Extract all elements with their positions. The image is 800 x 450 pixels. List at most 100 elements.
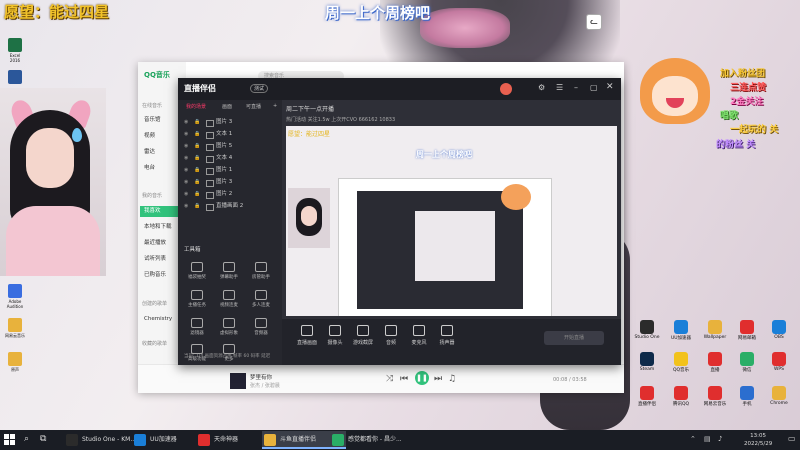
mail-icon <box>740 320 754 334</box>
desktop-icon-label: 原声 <box>11 367 19 372</box>
stream-preview[interactable]: 愿望：能过四星 周一上个周榜吧 <box>286 126 617 316</box>
desktop-icon-label: Adobe Audition <box>6 299 24 309</box>
desktop-icon-word[interactable] <box>4 70 26 85</box>
live-stats: 热门活动 关注1.5w 上次开CVO 666162 10833 <box>286 117 396 123</box>
source-item[interactable]: ◉ 🔒 图片 1 <box>182 165 278 176</box>
chrome-icon <box>772 386 786 400</box>
sweat-drop-icon <box>72 128 82 142</box>
pause-button[interactable]: ❚❚ <box>415 371 429 385</box>
volume-tray-icon[interactable]: ♪ <box>718 435 722 443</box>
sidebar-section-label: 创建的歌单 <box>142 301 168 307</box>
overlay-line: 的粉丝 关 <box>716 140 756 150</box>
source-item[interactable]: ◉ 🔒 文本 4 <box>182 153 278 164</box>
start-live-button[interactable]: 开始直播 <box>544 331 604 345</box>
notification-icon[interactable]: ▭ <box>788 434 796 443</box>
tab-my-scene[interactable]: 我的场景 <box>186 103 206 110</box>
desktop-icon-audition[interactable]: Adobe Audition <box>4 284 26 309</box>
desktop-icon-wps[interactable]: WPS <box>762 352 796 372</box>
game-capture-button[interactable]: 游戏截屏 <box>348 325 378 346</box>
avatar[interactable] <box>500 83 512 95</box>
tool-danmaku[interactable]: 弹幕助手 <box>214 262 244 280</box>
tray-arrow-icon[interactable]: ⌃ <box>690 435 696 443</box>
song-title: 梦里有你 <box>250 375 273 381</box>
speaker-button[interactable]: 扬声器 <box>432 325 462 346</box>
clock-date: 2022/5/29 <box>744 441 773 447</box>
volume-icon[interactable]: ♫ <box>448 374 456 384</box>
tool-video-link[interactable]: 视频连麦 <box>214 290 244 308</box>
clock-time: 13:05 <box>750 433 767 439</box>
add-icon[interactable]: + <box>273 103 277 109</box>
desktop-icon-wallpaper[interactable]: Wallpaper <box>698 320 732 340</box>
desktop-icon-mail[interactable]: 网易邮箱 <box>730 320 764 341</box>
tool-audio[interactable]: 音频器 <box>246 318 276 336</box>
task-view-icon[interactable]: ⧉ <box>40 434 46 444</box>
desktop-icon-uu[interactable]: UU加速器 <box>664 320 698 341</box>
tab-screen[interactable]: 画面 <box>222 103 232 110</box>
camera-button[interactable]: 摄像头 <box>320 325 350 346</box>
cat-icon[interactable]: ᓚ <box>586 14 602 30</box>
live-companion-header: 直播伴侣 测试 ⚙ ☰ – ▢ ✕ <box>178 78 621 100</box>
scene-button[interactable]: 直播画面 <box>292 325 322 346</box>
source-item[interactable]: ◉ 🔒 直播画面 2 <box>182 201 278 212</box>
live-icon <box>708 352 722 366</box>
next-icon[interactable]: ⏭ <box>434 374 442 384</box>
live-companion-icon <box>640 386 654 400</box>
source-item[interactable]: ◉ 🔒 图片 2 <box>182 189 278 200</box>
desktop-icon-wechat[interactable]: 微信 <box>730 352 764 373</box>
desktop-icon-yuansheng[interactable]: 原声 <box>4 352 26 373</box>
shuffle-icon[interactable]: ⤨ <box>386 374 393 384</box>
overlay-line: 唱歌 <box>720 111 739 121</box>
desktop-icon-excel[interactable]: Excel 2016 <box>4 38 26 63</box>
settings-icon[interactable]: ⚙ <box>538 83 545 92</box>
windows-start-icon[interactable] <box>4 434 16 446</box>
desktop-icon-chrome[interactable]: Chrome <box>762 386 796 406</box>
network-icon[interactable]: ▤ <box>704 435 711 443</box>
minimize-icon[interactable]: – <box>574 83 578 92</box>
steam-icon <box>640 352 654 366</box>
app-icon <box>8 352 22 366</box>
live-companion-window[interactable]: 直播伴侣 测试 ⚙ ☰ – ▢ ✕ 我的场景 画面 可直播 + ◉ 🔒 图片 3 ◉… <box>178 78 621 365</box>
status-bar: 当前: 1/4 画面资源占用 帧率 60 码率 延迟 <box>184 354 271 359</box>
search-icon[interactable]: ⌕ <box>24 434 29 444</box>
album-cover[interactable] <box>230 373 246 389</box>
tool-filter[interactable]: 滤镜器 <box>182 318 212 336</box>
beta-badge: 测试 <box>250 84 269 93</box>
qq-icon <box>674 386 688 400</box>
desktop-icon-steam[interactable]: Steam <box>630 352 664 372</box>
desktop-icon-studio-one[interactable]: Studio One <box>630 320 664 340</box>
tool-multi-link[interactable]: 多人连麦 <box>246 290 276 308</box>
desktop-icon-live[interactable]: 直播 <box>698 352 732 373</box>
desktop-icon-qq-music[interactable]: QQ音乐 <box>664 352 698 373</box>
preview-mascot <box>501 184 531 210</box>
audio-button[interactable]: 音频 <box>376 325 406 346</box>
netease-music-icon <box>708 386 722 400</box>
microphone-button[interactable]: 麦克风 <box>404 325 434 346</box>
desktop-icon-tencent-qq[interactable]: 腾讯QQ <box>664 386 698 407</box>
prev-icon[interactable]: ⏮ <box>400 374 408 384</box>
desktop-icon-label: 网易云音乐 <box>5 333 25 338</box>
desktop-icon-netease-music[interactable]: 网易云音乐 <box>698 386 732 407</box>
desktop-icon-phone[interactable]: 手机 <box>730 386 764 407</box>
menu-icon[interactable]: ☰ <box>556 83 563 92</box>
system-clock[interactable]: 13:05 2022/5/29 <box>744 432 772 448</box>
source-item[interactable]: ◉ 🔒 图片 3 <box>182 117 278 128</box>
source-item[interactable]: ◉ 🔒 文本 1 <box>182 129 278 140</box>
overlay-line: 2金关注 <box>730 97 764 107</box>
tool-virtual-avatar[interactable]: 虚拟形象 <box>214 318 244 336</box>
source-item[interactable]: ◉ 🔒 图片 5 <box>182 141 278 152</box>
maximize-icon[interactable]: ▢ <box>590 83 598 92</box>
desktop-icon-netease[interactable]: 网易云音乐 <box>4 318 26 339</box>
desktop-icon-obs[interactable]: OBS <box>762 320 796 340</box>
tool-host-task[interactable]: 主播任务 <box>182 290 212 308</box>
source-item[interactable]: ◉ 🔒 图片 3 <box>182 177 278 188</box>
wallpaper-bow <box>420 8 510 48</box>
close-icon[interactable]: ✕ <box>606 82 614 92</box>
taskbar-item[interactable]: 感觉都看你 - 昌少... <box>330 431 412 449</box>
preview-wish-banner: 愿望：能过四星 <box>288 131 331 138</box>
tool-room-admin[interactable]: 房管助手 <box>246 262 276 280</box>
desktop-icon-live-companion[interactable]: 直播伴侣 <box>630 386 664 407</box>
tab-live[interactable]: 可直播 <box>246 103 261 110</box>
qq-music-icon <box>674 352 688 366</box>
tool-lucky-bag[interactable]: 福袋抽奖 <box>182 262 212 280</box>
song-artist: 张杰 / 张碧晨 <box>250 383 280 389</box>
